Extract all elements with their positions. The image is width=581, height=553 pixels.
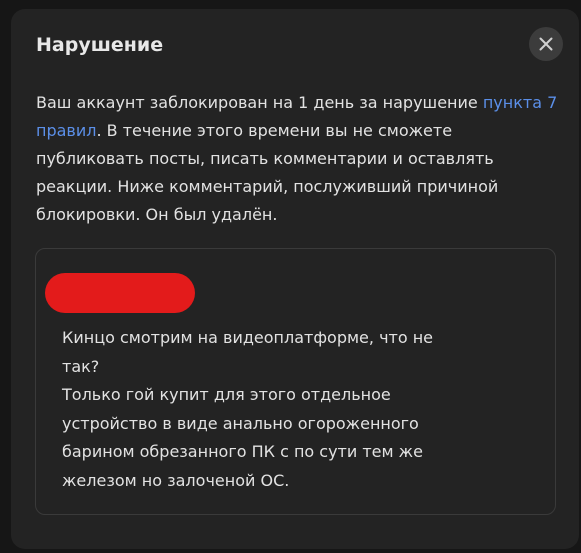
ban-message: Ваш аккаунт заблокирован на 1 день за на… xyxy=(36,89,561,229)
ban-message-text: Ваш аккаунт заблокирован на 1 день за на… xyxy=(36,93,483,112)
violation-dialog: Нарушение Ваш аккаунт заблокирован на 1 … xyxy=(11,9,579,549)
close-button[interactable] xyxy=(529,27,563,61)
ban-message-continuation: . В течение этого времени вы не сможете … xyxy=(36,121,499,224)
dialog-title: Нарушение xyxy=(36,34,164,56)
deleted-comment-card: Кинцо смотрим на видеоплатформе, что не … xyxy=(35,248,556,515)
author-redaction xyxy=(45,273,195,313)
comment-text: Кинцо смотрим на видеоплатформе, что не … xyxy=(62,328,434,490)
close-icon xyxy=(539,37,553,51)
